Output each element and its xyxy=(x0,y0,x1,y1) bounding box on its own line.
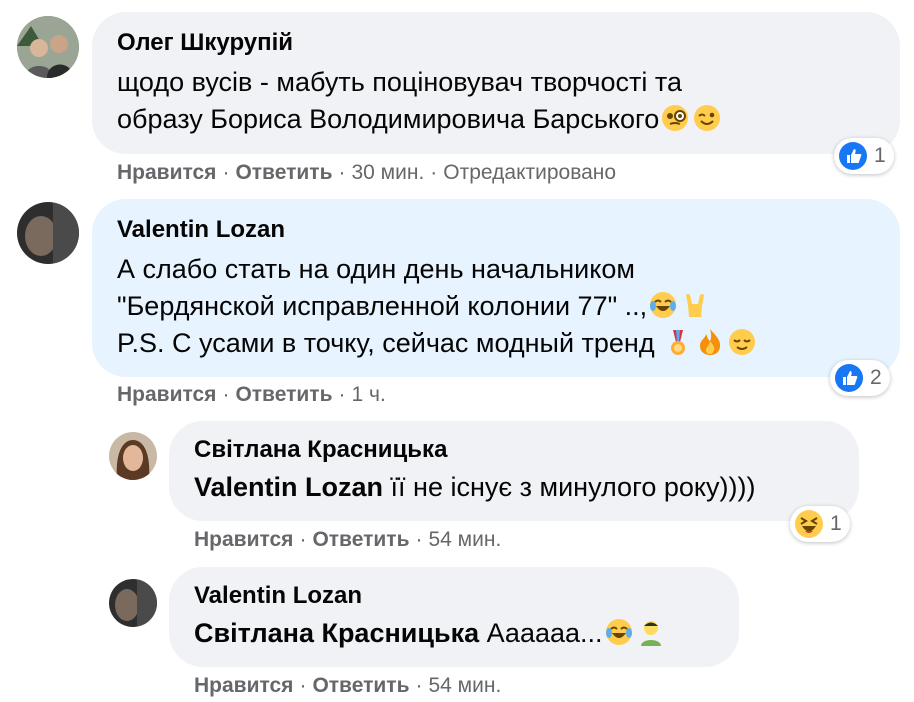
comment-actions: Нравится · Ответить · 1 ч. xyxy=(117,383,386,406)
mention-link[interactable]: Valentin Lozan xyxy=(194,472,383,502)
avatar[interactable] xyxy=(17,202,79,264)
like-button[interactable]: Нравится xyxy=(117,383,216,406)
avatar[interactable] xyxy=(109,579,157,627)
like-icon xyxy=(839,142,867,170)
comment-actions: Нравится · Ответить · 54 мин. xyxy=(194,528,502,551)
edited-label[interactable]: Отредактировано xyxy=(443,161,616,184)
mention-link[interactable]: Світлана Красницька xyxy=(194,618,479,648)
sign-of-horns-emoji-icon xyxy=(686,294,705,317)
comment-text: Світлана Красницька Аааааа... xyxy=(194,615,739,652)
like-icon xyxy=(835,364,863,392)
comment-bubble: Valentin Lozan А слабо стать на один ден… xyxy=(92,199,900,377)
comment-actions: Нравится · Ответить · 30 мин. · Отредактирован… xyxy=(117,161,617,184)
comment-author[interactable]: Світлана Красницька xyxy=(194,435,859,465)
comment-text: щодо вусів - мабуть поціновувач творчост… xyxy=(117,64,900,138)
timestamp[interactable]: 30 мин. xyxy=(351,161,424,184)
reply-button[interactable]: Ответить xyxy=(312,528,409,551)
relieved-face-emoji-icon xyxy=(729,329,756,355)
man-facepalming-emoji-icon xyxy=(640,621,661,646)
comment-bubble: Valentin Lozan Світлана Красницька Ааааа… xyxy=(169,567,739,667)
tears-of-joy-emoji-icon xyxy=(650,292,677,318)
reply-button[interactable]: Ответить xyxy=(235,383,332,406)
comment-bubble: Світлана Красницька Valentin Lozan її не… xyxy=(169,421,859,521)
reply-button[interactable]: Ответить xyxy=(312,674,409,697)
comment-author[interactable]: Valentin Lozan xyxy=(117,215,900,245)
comment-author[interactable]: Олег Шкурупій xyxy=(117,28,900,58)
monocle-face-emoji-icon xyxy=(662,105,689,131)
reaction-count[interactable]: 1 xyxy=(790,506,850,542)
timestamp[interactable]: 54 мин. xyxy=(428,528,501,551)
comment-text: А слабо стать на один день начальником "… xyxy=(117,251,900,362)
comment-bubble: Олег Шкурупій щодо вусів - мабуть поціно… xyxy=(92,12,900,154)
like-button[interactable]: Нравится xyxy=(194,528,293,551)
tears-of-joy-emoji-icon xyxy=(605,619,632,645)
fire-emoji-icon xyxy=(700,329,721,355)
reaction-count[interactable]: 1 xyxy=(834,138,894,174)
timestamp[interactable]: 54 мин. xyxy=(428,674,501,697)
wink-emoji-icon xyxy=(694,105,721,131)
comment-author[interactable]: Valentin Lozan xyxy=(194,581,739,611)
like-button[interactable]: Нравится xyxy=(194,674,293,697)
reply-button[interactable]: Ответить xyxy=(235,161,332,184)
comment-actions: Нравится · Ответить · 54 мин. xyxy=(194,674,502,697)
avatar[interactable] xyxy=(109,432,157,480)
timestamp[interactable]: 1 ч. xyxy=(351,383,385,406)
military-medal-emoji-icon xyxy=(671,330,686,355)
haha-icon xyxy=(795,510,823,538)
reaction-count[interactable]: 2 xyxy=(830,360,890,396)
avatar[interactable] xyxy=(17,16,79,78)
like-button[interactable]: Нравится xyxy=(117,161,216,184)
comment-text: Valentin Lozan її не існує з минулого ро… xyxy=(194,472,756,502)
